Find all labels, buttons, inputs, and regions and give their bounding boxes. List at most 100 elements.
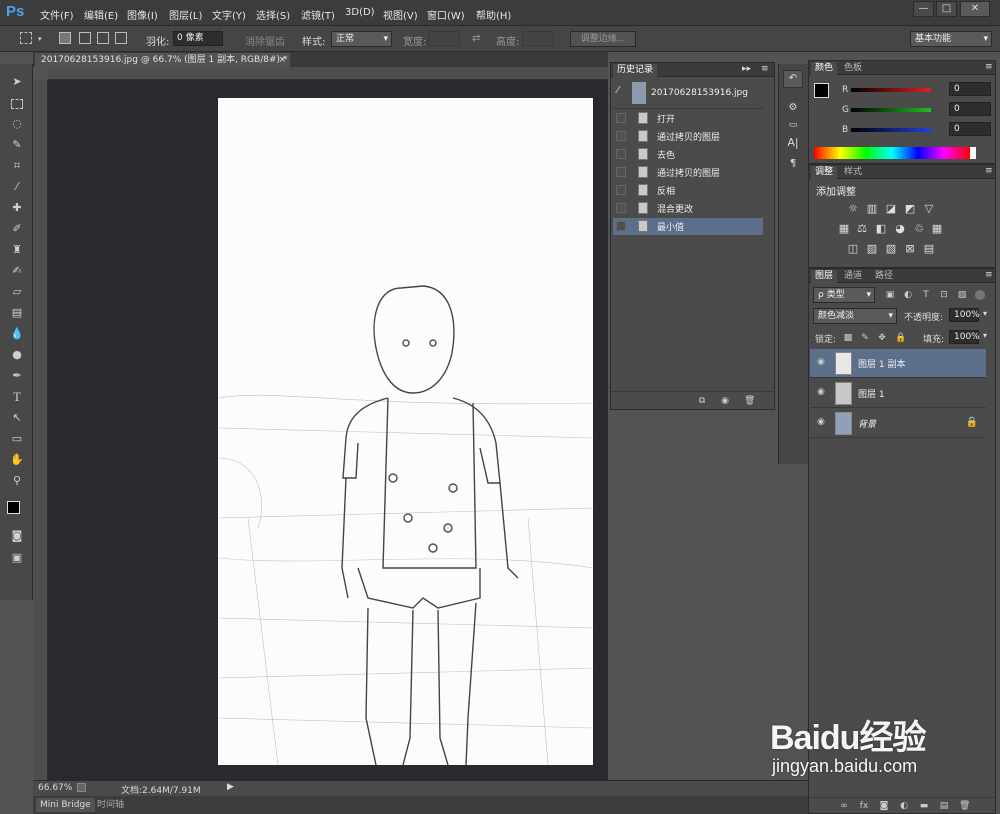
tab-paths[interactable]: 路径 bbox=[871, 270, 897, 283]
history-item[interactable]: 通过拷贝的图层 bbox=[613, 128, 763, 145]
photo-filter-icon[interactable]: ◕ bbox=[894, 223, 906, 235]
menu-layer[interactable]: 图层(L) bbox=[169, 7, 202, 22]
menu-edit[interactable]: 编辑(E) bbox=[84, 7, 118, 22]
vibrance-icon[interactable]: ▽ bbox=[923, 203, 935, 215]
camera-icon[interactable]: ◉ bbox=[720, 396, 730, 406]
blend-mode-select[interactable]: 颜色减淡 ▾ bbox=[813, 308, 897, 324]
rectangle-tool-icon[interactable]: ▭ bbox=[9, 431, 25, 447]
healing-brush-tool-icon[interactable]: ✚ bbox=[9, 200, 25, 216]
channel-mixer-icon[interactable]: ♲ bbox=[913, 223, 925, 235]
trash-icon[interactable]: 🗑 bbox=[744, 396, 755, 406]
layer-row[interactable]: ◉ 背景 🔒 bbox=[810, 409, 986, 438]
height-input[interactable] bbox=[522, 31, 554, 46]
paragraph-icon[interactable]: ¶ bbox=[783, 158, 803, 172]
type-tool-icon[interactable]: T bbox=[9, 389, 25, 405]
rect-marquee-tool-icon[interactable] bbox=[11, 99, 23, 109]
history-item[interactable]: 反相 bbox=[613, 182, 763, 199]
filter-smart-icon[interactable]: ▨ bbox=[957, 290, 967, 300]
refine-edge-button[interactable]: 调整边缘... bbox=[570, 31, 636, 47]
history-item[interactable]: 通过拷贝的图层 bbox=[613, 164, 763, 181]
red-value[interactable]: 0 bbox=[949, 82, 991, 96]
opacity-dropdown-icon[interactable]: ▾ bbox=[983, 309, 987, 318]
dodge-tool-icon[interactable]: ● bbox=[9, 347, 25, 363]
maximize-button[interactable]: □ bbox=[936, 1, 957, 17]
gradient-tool-icon[interactable]: ▤ bbox=[9, 305, 25, 321]
tab-history[interactable]: 历史记录 bbox=[613, 64, 658, 77]
blue-slider[interactable] bbox=[851, 128, 931, 132]
filter-adjustment-icon[interactable]: ◐ bbox=[903, 290, 913, 300]
brightness-icon[interactable]: ☼ bbox=[847, 203, 859, 215]
history-snapshot[interactable]: ⁄ 20170628153916.jpg bbox=[612, 79, 764, 109]
foreground-color-swatch[interactable] bbox=[7, 501, 20, 514]
new-group-icon[interactable]: ▬ bbox=[919, 801, 929, 811]
filter-pixel-icon[interactable]: ▣ bbox=[885, 290, 895, 300]
history-brush-checkbox[interactable] bbox=[616, 167, 626, 177]
green-value[interactable]: 0 bbox=[949, 102, 991, 116]
quick-mask-icon[interactable]: ◙ bbox=[9, 528, 25, 544]
intersect-selection-icon[interactable] bbox=[115, 32, 127, 44]
marquee-preset-icon[interactable] bbox=[20, 32, 32, 44]
style-select[interactable]: 正常 ▾ bbox=[331, 31, 392, 47]
fill-dropdown-icon[interactable]: ▾ bbox=[983, 331, 987, 340]
3d-icon[interactable]: ⚙ bbox=[783, 102, 803, 116]
trash-icon[interactable]: 🗑 bbox=[959, 801, 970, 811]
tab-channels[interactable]: 通道 bbox=[840, 270, 866, 283]
exposure-icon[interactable]: ◩ bbox=[904, 203, 916, 215]
history-item-selected[interactable]: 最小值 bbox=[613, 218, 763, 235]
history-brush-checkbox[interactable] bbox=[616, 113, 626, 123]
invert-icon[interactable]: ◫ bbox=[847, 243, 859, 255]
width-input[interactable] bbox=[428, 31, 460, 46]
layer-row[interactable]: ◉ 图层 1 bbox=[810, 379, 986, 408]
lock-position-icon[interactable]: ✥ bbox=[877, 333, 887, 343]
feather-input[interactable]: 0 像素 bbox=[173, 31, 223, 46]
history-brush-source-icon[interactable]: ⁄ bbox=[617, 85, 619, 96]
lock-all-icon[interactable]: 🔒 bbox=[895, 333, 906, 343]
eyedropper-tool-icon[interactable]: ⁄ bbox=[9, 179, 25, 195]
layer-mask-icon[interactable]: ◙ bbox=[879, 801, 889, 811]
lock-pixels-icon[interactable]: ✎ bbox=[860, 333, 870, 343]
collapse-icon[interactable]: ▸▸ bbox=[742, 64, 751, 74]
history-brush-checkbox[interactable] bbox=[616, 203, 626, 213]
eye-icon[interactable]: ◉ bbox=[817, 388, 828, 397]
lock-transparent-icon[interactable]: ▩ bbox=[843, 333, 853, 343]
workspace-select[interactable]: 基本功能 ▾ bbox=[910, 31, 992, 47]
history-brush-checkbox[interactable] bbox=[616, 149, 626, 159]
lasso-tool-icon[interactable]: ◌ bbox=[9, 116, 25, 132]
brush-tool-icon[interactable]: ✐ bbox=[9, 221, 25, 237]
history-brush-checkbox[interactable] bbox=[616, 221, 626, 231]
fx-icon[interactable]: fx bbox=[859, 801, 869, 811]
filter-type-icon[interactable]: T bbox=[921, 290, 931, 300]
zoom-level[interactable]: 66.67% bbox=[38, 783, 72, 793]
blue-value[interactable]: 0 bbox=[949, 122, 991, 136]
document-tab[interactable]: 20170628153916.jpg @ 66.7% (图层 1 副本, RGB… bbox=[35, 53, 290, 67]
add-selection-icon[interactable] bbox=[79, 32, 91, 44]
close-button[interactable]: ✕ bbox=[960, 1, 990, 17]
link-layers-icon[interactable]: ∞ bbox=[839, 801, 849, 811]
hue-saturation-icon[interactable]: ▦ bbox=[838, 223, 850, 235]
tab-swatches[interactable]: 色板 bbox=[840, 62, 866, 75]
fill-input[interactable]: 100% bbox=[949, 330, 980, 344]
menu-3d[interactable]: 3D(D) bbox=[345, 7, 375, 18]
panel-menu-icon[interactable]: ≡ bbox=[985, 270, 993, 280]
red-slider[interactable] bbox=[851, 88, 931, 92]
history-item[interactable]: 打开 bbox=[613, 110, 763, 127]
posterize-icon[interactable]: ▨ bbox=[866, 243, 878, 255]
properties-icon[interactable]: ▭ bbox=[783, 120, 803, 134]
blur-tool-icon[interactable]: 💧 bbox=[9, 326, 25, 342]
quick-select-tool-icon[interactable]: ✎ bbox=[9, 137, 25, 153]
new-adjustment-icon[interactable]: ◐ bbox=[899, 801, 909, 811]
menu-help[interactable]: 帮助(H) bbox=[476, 7, 511, 22]
swap-icon[interactable]: ⇄ bbox=[472, 33, 480, 44]
menu-type[interactable]: 文字(Y) bbox=[212, 7, 246, 22]
opacity-input[interactable]: 100% bbox=[949, 308, 980, 322]
eye-icon[interactable]: ◉ bbox=[817, 358, 828, 367]
pen-tool-icon[interactable]: ✒ bbox=[9, 368, 25, 384]
history-brush-tool-icon[interactable]: ✍ bbox=[9, 263, 25, 279]
panel-menu-icon[interactable]: ≡ bbox=[985, 166, 993, 176]
threshold-icon[interactable]: ▧ bbox=[885, 243, 897, 255]
levels-icon[interactable]: ▥ bbox=[866, 203, 878, 215]
panel-menu-icon[interactable]: ≡ bbox=[985, 62, 993, 72]
selective-color-icon[interactable]: ⊠ bbox=[904, 243, 916, 255]
new-document-from-state-icon[interactable]: ⧉ bbox=[697, 396, 707, 406]
hand-tool-icon[interactable]: ✋ bbox=[9, 452, 25, 468]
